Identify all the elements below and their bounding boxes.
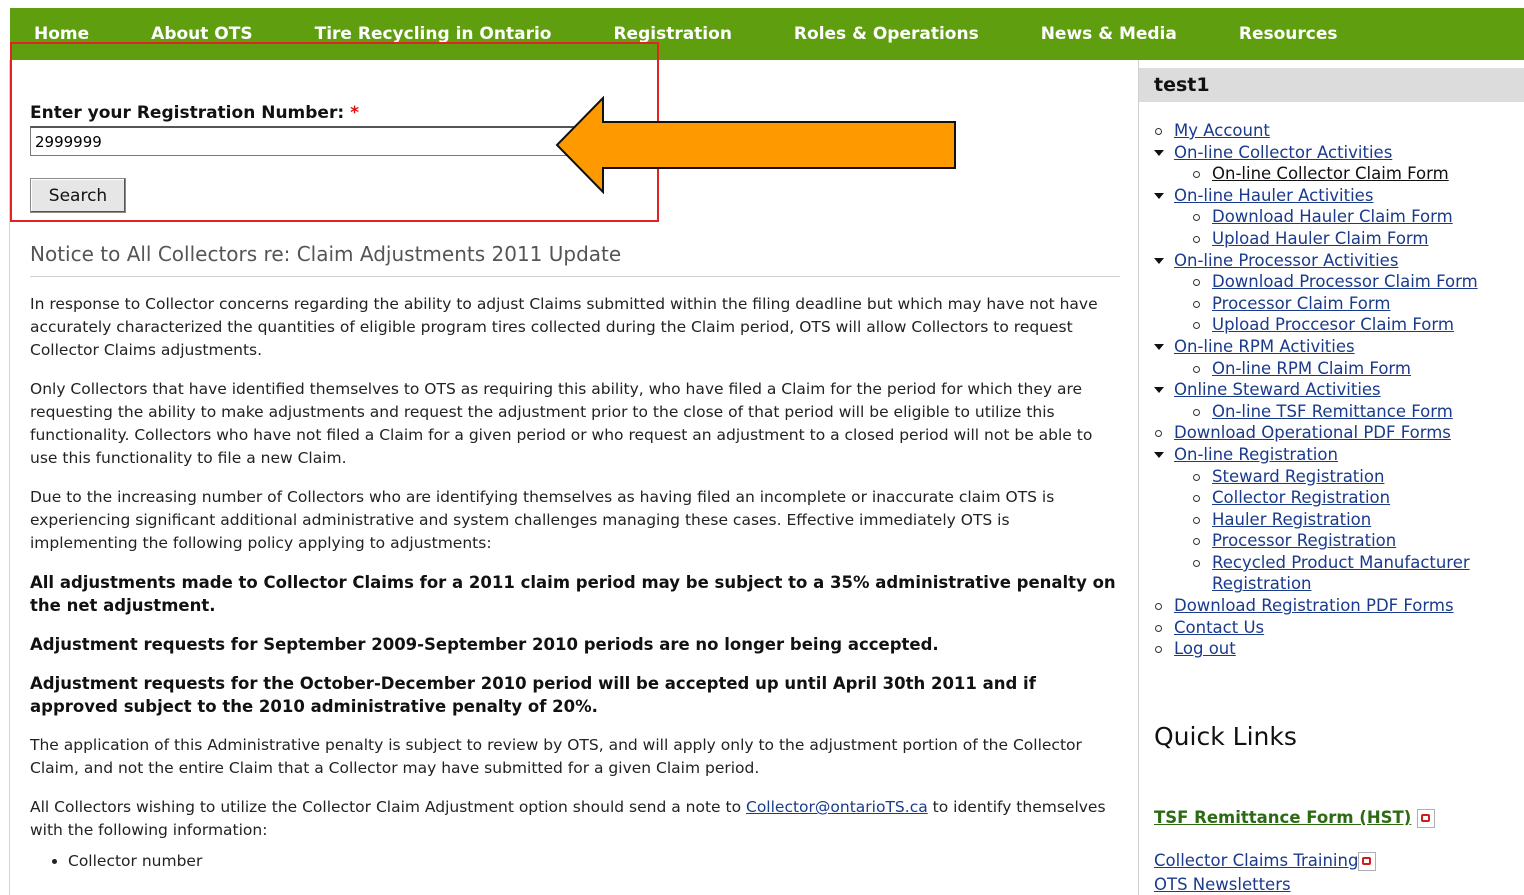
sidebar-subitem: On-line TSF Remittance Form bbox=[1192, 401, 1482, 423]
nav-news-media[interactable]: News & Media bbox=[1017, 24, 1177, 44]
sidebar-subitem: On-line Collector Claim Form bbox=[1192, 163, 1482, 185]
collector-claims-training-link[interactable]: Collector Claims Training bbox=[1154, 851, 1358, 870]
registration-number-label: Enter your Registration Number: * bbox=[30, 103, 359, 123]
registration-number-input[interactable] bbox=[30, 126, 590, 156]
notice-paragraph-4: The application of this Administrative p… bbox=[30, 736, 1082, 777]
notice-bold-2: Adjustment requests for September 2009-S… bbox=[30, 635, 939, 654]
nav-registration[interactable]: Registration bbox=[589, 24, 731, 44]
sidebar-subitem: Recycled Product Manufacturer Registrati… bbox=[1192, 552, 1482, 595]
sidebar-subitem: Steward Registration bbox=[1192, 466, 1482, 488]
rpm-registration-link[interactable]: Recycled Product Manufacturer Registrati… bbox=[1212, 553, 1470, 594]
download-operational-forms-link[interactable]: Download Operational PDF Forms bbox=[1174, 423, 1451, 442]
collector-registration-link[interactable]: Collector Registration bbox=[1212, 488, 1390, 507]
pdf-icon bbox=[1417, 809, 1436, 828]
sidebar-item-rpm: On-line RPM Activities On-line RPM Claim… bbox=[1154, 336, 1482, 379]
sidebar-subitem: On-line RPM Claim Form bbox=[1192, 358, 1482, 380]
collector-activities-link[interactable]: On-line Collector Activities bbox=[1174, 143, 1392, 162]
sidebar-item-contact: Contact Us bbox=[1154, 617, 1482, 639]
rpm-activities-link[interactable]: On-line RPM Activities bbox=[1174, 337, 1355, 356]
processor-claim-form-link[interactable]: Processor Claim Form bbox=[1212, 294, 1390, 313]
list-item: Collector number bbox=[68, 852, 1120, 870]
registration-label-text: Enter your Registration Number: bbox=[30, 103, 345, 123]
arrow-annotation-icon bbox=[555, 96, 956, 194]
steward-activities-link[interactable]: Online Steward Activities bbox=[1174, 380, 1381, 399]
sidebar-subitem: Processor Registration bbox=[1192, 530, 1482, 552]
notice-paragraph-3: Due to the increasing number of Collecto… bbox=[30, 488, 1055, 552]
tsf-remittance-hst-link[interactable]: TSF Remittance Form (HST) bbox=[1154, 808, 1411, 827]
newsletters-quicklink: OTS Newsletters bbox=[1154, 875, 1291, 894]
upload-processor-claim-link[interactable]: Upload Proccesor Claim Form bbox=[1212, 315, 1454, 334]
sidebar: test1 My Account On-line Collector Activ… bbox=[1138, 60, 1524, 895]
pdf-icon bbox=[1358, 852, 1377, 871]
sidebar-subitem: Download Processor Claim Form bbox=[1192, 271, 1482, 293]
hauler-activities-link[interactable]: On-line Hauler Activities bbox=[1174, 186, 1373, 205]
sidebar-item-hauler: On-line Hauler Activities Download Haule… bbox=[1154, 185, 1482, 250]
logout-link[interactable]: Log out bbox=[1174, 639, 1236, 658]
nav-tire-recycling[interactable]: Tire Recycling in Ontario bbox=[291, 24, 552, 44]
notice-bold-1: All adjustments made to Collector Claims… bbox=[30, 573, 1116, 615]
nav-about-ots[interactable]: About OTS bbox=[127, 24, 252, 44]
ots-newsletters-link[interactable]: OTS Newsletters bbox=[1154, 875, 1291, 894]
hauler-registration-link[interactable]: Hauler Registration bbox=[1212, 510, 1371, 529]
notice-bold-3: Adjustment requests for the October-Dece… bbox=[30, 674, 1036, 716]
tsf-remittance-form-link[interactable]: On-line TSF Remittance Form bbox=[1212, 402, 1453, 421]
sidebar-item-download-forms: Download Operational PDF Forms bbox=[1154, 422, 1482, 444]
main-content: Notice to All Collectors re: Claim Adjus… bbox=[30, 240, 1120, 870]
sidebar-subitem: Collector Registration bbox=[1192, 487, 1482, 509]
processor-activities-link[interactable]: On-line Processor Activities bbox=[1174, 251, 1398, 270]
notice-paragraph-2: Only Collectors that have identified the… bbox=[30, 380, 1093, 467]
sidebar-item-steward: Online Steward Activities On-line TSF Re… bbox=[1154, 379, 1482, 422]
p5-before: All Collectors wishing to utilize the Co… bbox=[30, 798, 746, 816]
sidebar-item-registration: On-line Registration Steward Registratio… bbox=[1154, 444, 1482, 595]
download-registration-forms-link[interactable]: Download Registration PDF Forms bbox=[1174, 596, 1454, 615]
download-processor-claim-link[interactable]: Download Processor Claim Form bbox=[1212, 272, 1478, 291]
sidebar-item-processor: On-line Processor Activities Download Pr… bbox=[1154, 250, 1482, 336]
processor-registration-link[interactable]: Processor Registration bbox=[1212, 531, 1396, 550]
notice-paragraph-5: All Collectors wishing to utilize the Co… bbox=[30, 796, 1120, 842]
nav-resources[interactable]: Resources bbox=[1215, 24, 1338, 44]
tsf-remittance-quicklink: TSF Remittance Form (HST) bbox=[1154, 808, 1436, 828]
sidebar-subitem: Processor Claim Form bbox=[1192, 293, 1482, 315]
steward-registration-link[interactable]: Steward Registration bbox=[1212, 467, 1384, 486]
my-account-link[interactable]: My Account bbox=[1174, 121, 1270, 140]
rpm-claim-form-link[interactable]: On-line RPM Claim Form bbox=[1212, 359, 1411, 378]
collector-training-quicklink: Collector Claims Training bbox=[1154, 851, 1377, 871]
top-strip bbox=[0, 0, 1524, 8]
contact-us-link[interactable]: Contact Us bbox=[1174, 618, 1264, 637]
sidebar-subitem: Upload Proccesor Claim Form bbox=[1192, 314, 1482, 336]
user-header: test1 bbox=[1139, 68, 1524, 102]
collector-email-link[interactable]: Collector@ontarioTS.ca bbox=[746, 798, 928, 816]
nav-home[interactable]: Home bbox=[10, 24, 89, 44]
sidebar-item-download-reg: Download Registration PDF Forms bbox=[1154, 595, 1482, 617]
online-registration-link[interactable]: On-line Registration bbox=[1174, 445, 1338, 464]
notice-paragraph-1: In response to Collector concerns regard… bbox=[30, 295, 1098, 359]
nav-roles-operations[interactable]: Roles & Operations bbox=[770, 24, 979, 44]
sidebar-nav: My Account On-line Collector Activities … bbox=[1154, 120, 1482, 660]
quick-links-title: Quick Links bbox=[1154, 722, 1297, 751]
sidebar-item-logout: Log out bbox=[1154, 638, 1482, 660]
sidebar-subitem: Hauler Registration bbox=[1192, 509, 1482, 531]
sidebar-subitem: Download Hauler Claim Form bbox=[1192, 206, 1482, 228]
sidebar-item-collector: On-line Collector Activities On-line Col… bbox=[1154, 142, 1482, 185]
search-button[interactable]: Search bbox=[30, 178, 126, 213]
info-list: Collector number bbox=[38, 852, 1120, 870]
download-hauler-claim-link[interactable]: Download Hauler Claim Form bbox=[1212, 207, 1453, 226]
sidebar-subitem: Upload Hauler Claim Form bbox=[1192, 228, 1482, 250]
collector-claim-form-link[interactable]: On-line Collector Claim Form bbox=[1212, 164, 1449, 183]
upload-hauler-claim-link[interactable]: Upload Hauler Claim Form bbox=[1212, 229, 1428, 248]
notice-title: Notice to All Collectors re: Claim Adjus… bbox=[30, 240, 1120, 277]
sidebar-item-my-account: My Account bbox=[1154, 120, 1482, 142]
required-marker: * bbox=[350, 103, 359, 123]
